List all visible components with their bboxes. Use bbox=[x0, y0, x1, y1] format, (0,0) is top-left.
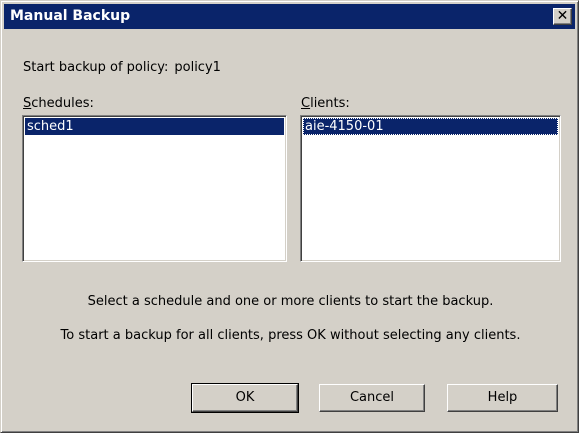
client-item-label: aie-4150-01 bbox=[305, 119, 384, 134]
close-button[interactable]: ✕ bbox=[553, 8, 572, 25]
schedule-item[interactable]: sched1 bbox=[25, 118, 284, 135]
schedule-item-label: sched1 bbox=[27, 119, 74, 134]
schedules-label: Schedules: bbox=[23, 96, 94, 111]
manual-backup-dialog: Manual Backup ✕ Start backup of policy: p… bbox=[0, 0, 579, 433]
title-bar[interactable]: Manual Backup ✕ bbox=[4, 4, 575, 29]
client-item[interactable]: aie-4150-01 bbox=[303, 118, 558, 135]
cancel-button[interactable]: Cancel bbox=[319, 384, 425, 412]
policy-line: Start backup of policy: policy1 bbox=[23, 60, 221, 75]
schedules-label-text: chedules: bbox=[31, 96, 94, 111]
clients-listbox[interactable]: aie-4150-01 bbox=[300, 115, 561, 262]
info-line-2: To start a backup for all clients, press… bbox=[60, 328, 521, 343]
ok-button[interactable]: OK bbox=[191, 383, 299, 413]
close-icon: ✕ bbox=[556, 8, 569, 24]
clients-label-text: lients: bbox=[310, 96, 350, 111]
clients-label: Clients: bbox=[301, 96, 350, 111]
policy-name: policy1 bbox=[174, 60, 221, 75]
schedules-listbox[interactable]: sched1 bbox=[22, 115, 287, 262]
window-title: Manual Backup bbox=[10, 8, 131, 24]
clients-label-mnemonic: C bbox=[301, 96, 311, 111]
policy-label: Start backup of policy: bbox=[23, 60, 169, 75]
help-button[interactable]: Help bbox=[447, 384, 558, 412]
info-line-1: Select a schedule and one or more client… bbox=[87, 294, 494, 309]
